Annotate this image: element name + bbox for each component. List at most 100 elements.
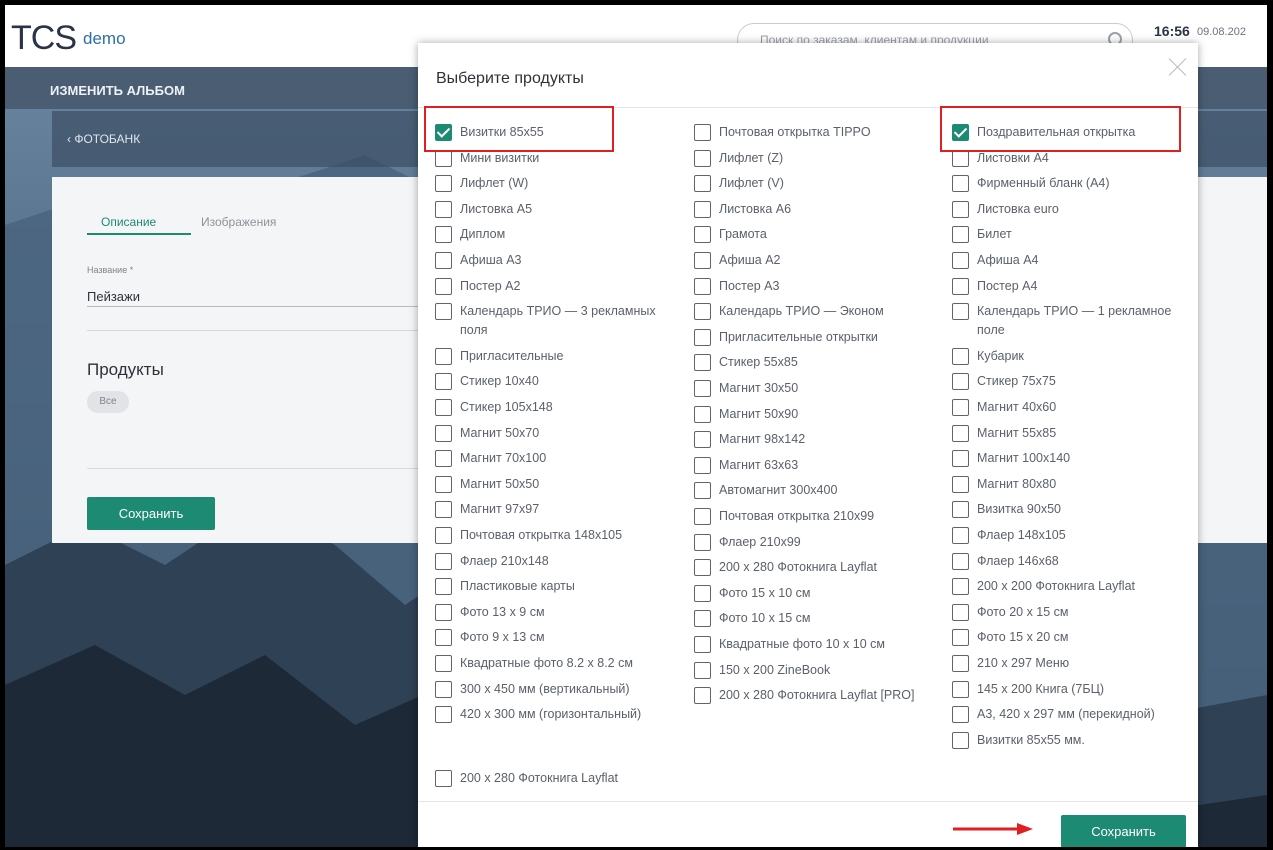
checkbox[interactable]: [952, 175, 969, 193]
checkbox[interactable]: [694, 226, 711, 244]
product-checkbox-item[interactable]: Автомагнит 300х400: [694, 481, 934, 500]
checkbox[interactable]: [435, 552, 452, 570]
product-checkbox-item[interactable]: Постер А2: [435, 277, 675, 296]
checkbox[interactable]: [435, 769, 452, 787]
product-checkbox-item[interactable]: Листовка А5: [435, 200, 675, 219]
product-checkbox-item[interactable]: Магнит 63х63: [694, 456, 934, 475]
checkbox[interactable]: [694, 431, 711, 449]
product-checkbox-item[interactable]: Магнит 55х85: [952, 424, 1192, 443]
product-checkbox-item[interactable]: Фото 20 х 15 см: [952, 603, 1192, 622]
product-checkbox-item[interactable]: Магнит 50х90: [694, 405, 934, 424]
product-checkbox-item[interactable]: Почтовая открытка 210х99: [694, 507, 934, 526]
product-checkbox-item[interactable]: Листовка euro: [952, 200, 1192, 219]
checkbox[interactable]: [694, 354, 711, 372]
product-checkbox-item[interactable]: Фото 10 х 15 см: [694, 609, 934, 628]
checkbox[interactable]: [435, 475, 452, 493]
checkbox[interactable]: [435, 252, 452, 269]
checkbox[interactable]: [952, 303, 969, 321]
checkbox[interactable]: [952, 252, 969, 269]
product-checkbox-item[interactable]: Кубарик: [952, 347, 1192, 366]
product-checkbox-item[interactable]: 200 х 200 Фотокнига Layflat: [952, 577, 1192, 596]
close-icon[interactable]: [1168, 57, 1188, 77]
product-checkbox-item[interactable]: Магнит 100х140: [952, 449, 1192, 468]
product-checkbox-item[interactable]: Пластиковые карты: [435, 577, 675, 596]
checkbox[interactable]: [435, 578, 452, 596]
product-checkbox-item[interactable]: Фирменный бланк (А4): [952, 174, 1192, 193]
product-checkbox-item[interactable]: Стикер 75х75: [952, 372, 1192, 391]
checkbox[interactable]: [435, 655, 452, 672]
checkbox[interactable]: [694, 328, 711, 346]
product-checkbox-item[interactable]: Лифлет (V): [694, 174, 934, 193]
product-checkbox-item[interactable]: Афиша А2: [694, 251, 934, 270]
checkbox[interactable]: [952, 149, 969, 167]
product-checkbox-item[interactable]: Листовка А6: [694, 200, 934, 219]
checkbox[interactable]: [952, 475, 969, 493]
product-checkbox-item[interactable]: 210 х 297 Меню: [952, 654, 1192, 673]
checkbox[interactable]: [694, 456, 711, 474]
product-checkbox-item[interactable]: Фото 13 х 9 см: [435, 603, 675, 622]
product-checkbox-item[interactable]: Лифлет (Z): [694, 149, 934, 168]
product-checkbox-item[interactable]: Магнит 40х60: [952, 398, 1192, 417]
checkbox[interactable]: [952, 731, 969, 749]
checkbox[interactable]: [952, 629, 969, 647]
checkbox[interactable]: [952, 277, 969, 295]
checkbox[interactable]: [694, 508, 711, 525]
checkbox[interactable]: [694, 405, 711, 423]
checkbox[interactable]: [694, 687, 711, 705]
checkbox[interactable]: [694, 252, 711, 269]
product-checkbox-item[interactable]: Магнит 30х50: [694, 379, 934, 398]
product-checkbox-item[interactable]: Календарь ТРИО — Эконом: [694, 302, 934, 321]
product-checkbox-item[interactable]: Квадратные фото 10 х 10 см: [694, 635, 934, 654]
product-checkbox-item[interactable]: Фото 15 х 10 см: [694, 584, 934, 603]
checkbox[interactable]: [694, 610, 711, 628]
checkbox[interactable]: [435, 200, 452, 218]
checkbox[interactable]: [435, 347, 452, 365]
product-checkbox-item[interactable]: Магнит 70х100: [435, 449, 675, 468]
checkbox[interactable]: [952, 680, 969, 698]
product-checkbox-item[interactable]: А3, 420 х 297 мм (перекидной): [952, 705, 1192, 724]
product-checkbox-item[interactable]: Постер А4: [952, 277, 1192, 296]
breadcrumb-back[interactable]: ‹ ФОТОБАНК: [67, 132, 140, 146]
product-checkbox-item[interactable]: Визитки 85х55 мм.: [952, 731, 1192, 750]
product-checkbox-item[interactable]: Флаер 148х105: [952, 526, 1192, 545]
checkbox[interactable]: [694, 533, 711, 551]
checkbox[interactable]: [952, 399, 969, 416]
checkbox[interactable]: [952, 373, 969, 391]
product-checkbox-item[interactable]: Лифлет (W): [435, 174, 675, 193]
checkbox[interactable]: [694, 200, 711, 218]
product-checkbox-item[interactable]: 150 х 200 ZineBook: [694, 661, 934, 680]
checkbox[interactable]: [694, 303, 711, 321]
product-checkbox-item[interactable]: Квадратные фото 8.2 х 8.2 см: [435, 654, 675, 673]
checkbox[interactable]: [952, 603, 969, 621]
checkbox[interactable]: [435, 527, 452, 544]
product-checkbox-item[interactable]: Стикер 55х85: [694, 353, 934, 372]
checkbox[interactable]: [435, 399, 452, 416]
checkbox[interactable]: [435, 501, 452, 519]
tab-images[interactable]: Изображения: [201, 215, 276, 229]
checkbox[interactable]: [694, 149, 711, 167]
checkbox[interactable]: [952, 706, 969, 724]
product-checkbox-item[interactable]: Почтовая открытка 148х105: [435, 526, 675, 545]
product-checkbox-item[interactable]: Календарь ТРИО — 3 рекламных поля: [435, 302, 675, 340]
checkbox[interactable]: [952, 655, 969, 672]
product-checkbox-item[interactable]: Диплом: [435, 225, 675, 244]
product-checkbox-item[interactable]: Магнит 50х50: [435, 475, 675, 494]
checkbox[interactable]: [435, 373, 452, 391]
products-chip-all[interactable]: Все: [87, 391, 129, 413]
product-checkbox-item[interactable]: Стикер 105х148: [435, 398, 675, 417]
checkbox[interactable]: [694, 124, 711, 141]
checkbox[interactable]: [952, 501, 969, 519]
product-checkbox-item[interactable]: Магнит 80х80: [952, 475, 1192, 494]
checkbox[interactable]: [435, 175, 452, 193]
product-checkbox-item[interactable]: 200 х 280 Фотокнига Layflat [PRO]: [694, 686, 934, 705]
checkbox[interactable]: [952, 578, 969, 596]
product-checkbox-item[interactable]: Афиша А4: [952, 251, 1192, 270]
checkbox[interactable]: [435, 603, 452, 621]
checkbox[interactable]: [694, 277, 711, 295]
product-checkbox-item[interactable]: Флаер 210х99: [694, 533, 934, 552]
product-checkbox-item[interactable]: 300 х 450 мм (вертикальный): [435, 680, 675, 699]
save-button[interactable]: Сохранить: [87, 497, 215, 530]
checkbox[interactable]: [694, 661, 711, 679]
product-checkbox-item[interactable]: Постер А3: [694, 277, 934, 296]
product-checkbox-item[interactable]: Магнит 98х142: [694, 430, 934, 449]
